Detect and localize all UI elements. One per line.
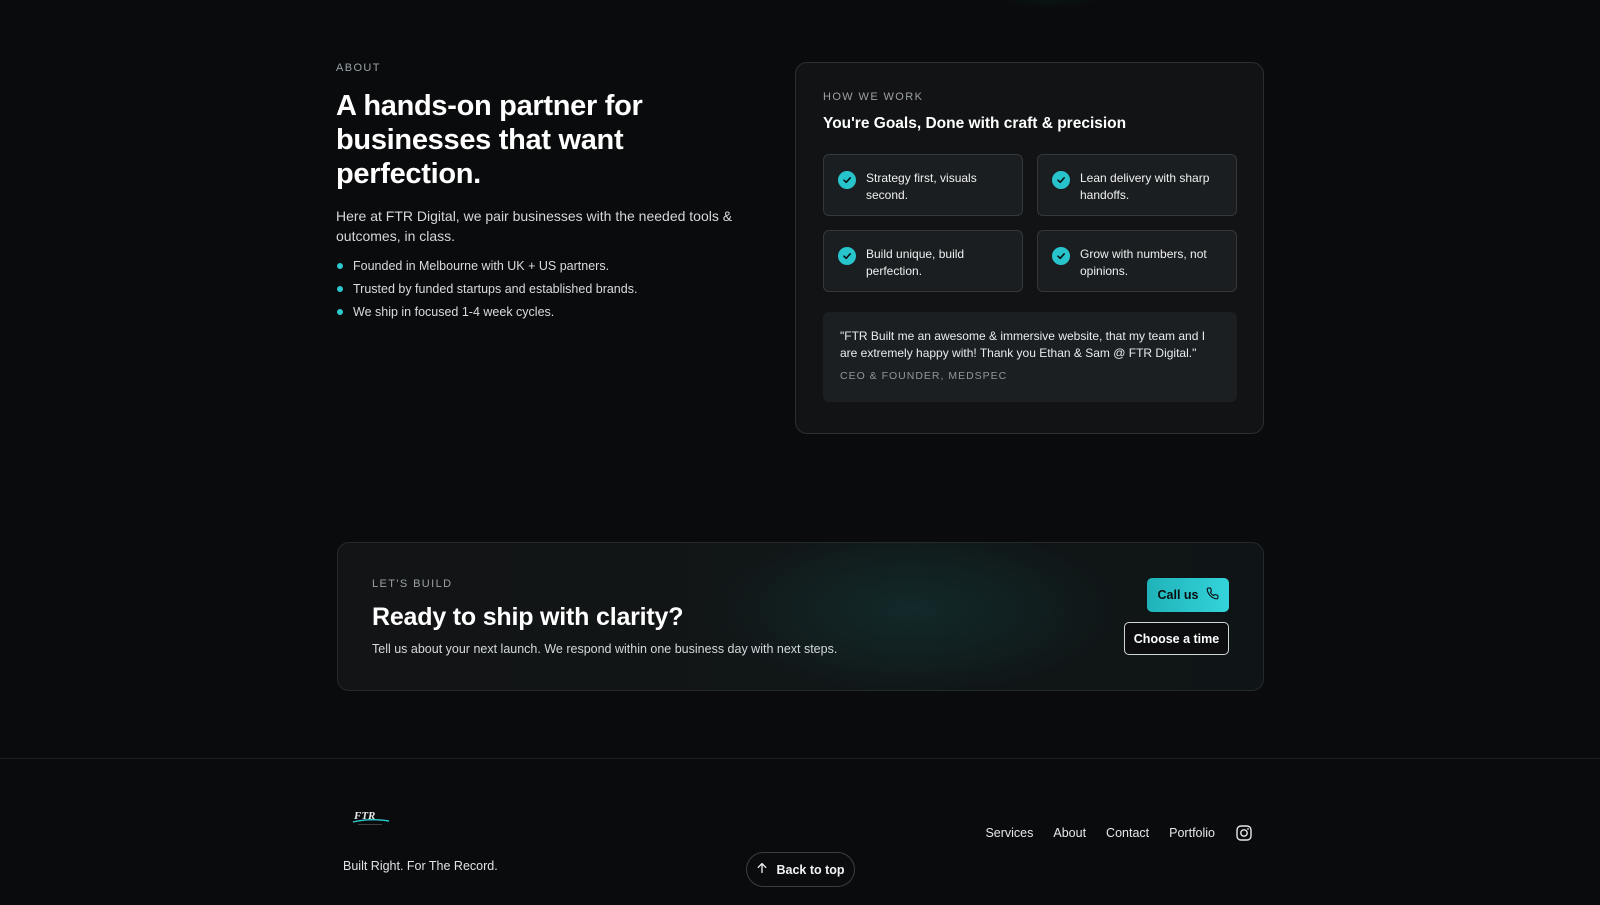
footer-tagline: Built Right. For The Record.	[343, 859, 498, 873]
about-description: Here at FTR Digital, we pair businesses …	[336, 208, 733, 244]
check-icon	[1052, 247, 1070, 265]
principle-text: Lean delivery with sharp handoffs.	[1080, 171, 1210, 202]
bullet-dot-icon	[337, 263, 343, 269]
call-us-label: Call us	[1157, 588, 1199, 602]
footer-link-portfolio[interactable]: Portfolio	[1169, 826, 1215, 840]
about-bullets: Founded in Melbourne with UK + US partne…	[336, 258, 766, 320]
bullet-item: Founded in Melbourne with UK + US partne…	[336, 258, 766, 274]
bullet-item: Trusted by funded startups and establish…	[336, 281, 766, 297]
check-icon	[838, 247, 856, 265]
testimonial: "FTR Built me an awesome & immersive web…	[823, 312, 1237, 402]
testimonial-author: CEO & FOUNDER, MEDSPEC	[840, 370, 1008, 382]
bullet-item: We ship in focused 1-4 week cycles.	[336, 304, 766, 320]
bullet-text: We ship in focused 1-4 week cycles.	[353, 305, 555, 319]
principle-text: Grow with numbers, not opinions.	[1080, 247, 1207, 278]
principle-text: Strategy first, visuals second.	[866, 171, 977, 202]
cta-description: Tell us about your next launch. We respo…	[372, 642, 838, 656]
about-title: A hands-on partner for businesses that w…	[336, 89, 766, 191]
footer-link-services[interactable]: Services	[985, 826, 1033, 840]
bullet-text: Founded in Melbourne with UK + US partne…	[353, 259, 610, 273]
bullet-dot-icon	[337, 286, 343, 292]
about-section: ABOUT A hands-on partner for businesses …	[336, 62, 766, 327]
footer-nav: Services About Contact Portfolio	[965, 825, 1252, 841]
about-title-line-1: A hands-on partner for	[336, 90, 643, 122]
how-we-work-eyebrow: HOW WE WORK	[823, 91, 924, 103]
page: ABOUT A hands-on partner for businesses …	[0, 0, 1600, 905]
about-title-line-2: businesses that want perfection.	[336, 124, 624, 190]
ftr-logo[interactable]: FTR	[352, 809, 390, 827]
how-we-work-card: HOW WE WORK You're Goals, Done with craf…	[795, 62, 1264, 434]
bullet-dot-icon	[337, 309, 343, 315]
arrow-up-icon	[756, 862, 768, 877]
call-us-button[interactable]: Call us	[1147, 578, 1229, 612]
bullet-text: Trusted by funded startups and establish…	[353, 282, 638, 296]
cta-eyebrow: LET'S BUILD	[372, 578, 453, 590]
testimonial-quote: "FTR Built me an awesome & immersive web…	[840, 329, 1206, 360]
instagram-icon[interactable]	[1236, 825, 1252, 841]
choose-a-time-button[interactable]: Choose a time	[1124, 622, 1229, 655]
top-glow	[980, 0, 1120, 10]
how-we-work-title: You're Goals, Done with craft & precisio…	[823, 115, 1127, 132]
work-principles-grid: Strategy first, visuals second. Lean del…	[823, 154, 1237, 292]
cta-title: Ready to ship with clarity?	[372, 603, 684, 631]
footer: FTR Built Right. For The Record. Back to…	[0, 758, 1600, 905]
phone-icon	[1206, 587, 1219, 603]
principle-tile: Build unique, build perfection.	[823, 230, 1023, 292]
back-to-top-label: Back to top	[776, 862, 845, 877]
principle-tile: Strategy first, visuals second.	[823, 154, 1023, 216]
cta-card: LET'S BUILD Ready to ship with clarity? …	[337, 542, 1264, 691]
check-icon	[1052, 171, 1070, 189]
back-to-top-button[interactable]: Back to top	[746, 852, 855, 887]
about-eyebrow: ABOUT	[336, 62, 381, 74]
footer-link-about[interactable]: About	[1053, 826, 1086, 840]
principle-tile: Lean delivery with sharp handoffs.	[1037, 154, 1237, 216]
principle-text: Build unique, build perfection.	[866, 247, 965, 278]
principle-tile: Grow with numbers, not opinions.	[1037, 230, 1237, 292]
check-icon	[838, 171, 856, 189]
footer-link-contact[interactable]: Contact	[1106, 826, 1149, 840]
